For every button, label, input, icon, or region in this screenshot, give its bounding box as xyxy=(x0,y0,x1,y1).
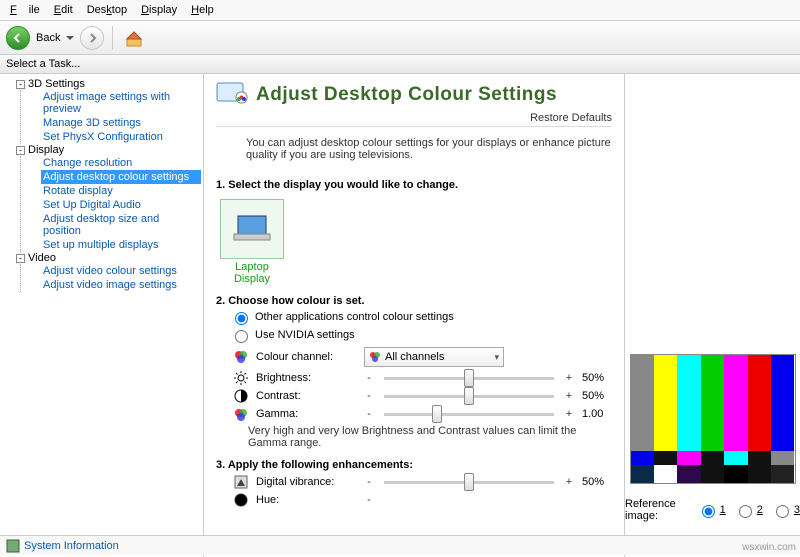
tree-item-multi-display[interactable]: Set up multiple displays xyxy=(41,238,201,252)
arrow-right-icon xyxy=(86,32,98,44)
home-button[interactable] xyxy=(121,26,147,50)
collapse-icon[interactable]: - xyxy=(16,80,25,89)
radio-other-apps[interactable] xyxy=(235,312,248,325)
vibrance-value: 50% xyxy=(582,476,612,488)
radio-other-apps-label: Other applications control colour settin… xyxy=(255,311,454,323)
forward-button[interactable] xyxy=(80,26,104,50)
menubar: File Edit Desktop Display Help xyxy=(0,0,800,21)
gamma-slider[interactable] xyxy=(384,413,554,416)
menu-file[interactable]: File xyxy=(4,2,46,18)
tree-item-video-image[interactable]: Adjust video image settings xyxy=(41,278,201,292)
collapse-icon[interactable]: - xyxy=(16,254,25,263)
tree-item-manage-3d[interactable]: Manage 3D settings xyxy=(41,116,201,130)
tree-item-rotate[interactable]: Rotate display xyxy=(41,184,201,198)
gamma-label: Gamma: xyxy=(256,408,356,420)
page-title: Adjust Desktop Colour Settings xyxy=(256,84,557,106)
divider xyxy=(216,126,612,127)
display-label: Laptop Display xyxy=(216,261,288,285)
reference-image xyxy=(630,354,796,484)
tree-group-3d[interactable]: -3D Settings xyxy=(16,78,201,90)
tree-group-display[interactable]: -Display xyxy=(16,144,201,156)
radio-nvidia[interactable] xyxy=(235,330,248,343)
toolbar-separator xyxy=(112,26,113,50)
tree-item-desktop-colour[interactable]: Adjust desktop colour settings xyxy=(41,170,201,184)
gamma-value: 1.00 xyxy=(582,408,612,420)
tree-item-size-position[interactable]: Adjust desktop size and position xyxy=(41,212,201,238)
step3-title: 3. Apply the following enhancements: xyxy=(216,459,612,471)
brightness-value: 50% xyxy=(582,372,612,384)
arrow-left-icon xyxy=(12,32,24,44)
colour-channel-value: All channels xyxy=(385,351,444,363)
vibrance-label: Digital vibrance: xyxy=(256,476,356,488)
preview-panel: Reference image: 1 2 3 xyxy=(625,74,800,557)
ref-radio-2[interactable] xyxy=(739,505,752,518)
menu-edit[interactable]: Edit xyxy=(48,2,79,18)
step1-title: 1. Select the display you would like to … xyxy=(216,179,612,191)
tree-item-physx[interactable]: Set PhysX Configuration xyxy=(41,130,201,144)
collapse-icon[interactable]: - xyxy=(16,146,25,155)
brightness-slider[interactable] xyxy=(384,377,554,380)
brightness-label: Brightness: xyxy=(256,372,356,384)
display-card[interactable] xyxy=(220,199,284,259)
step2-title: 2. Choose how colour is set. xyxy=(216,295,612,307)
colour-channel-label: Colour channel: xyxy=(256,351,356,363)
watermark: wsxwin.com xyxy=(742,542,796,553)
vibrance-icon xyxy=(234,475,248,489)
main-panel: Adjust Desktop Colour Settings Restore D… xyxy=(204,74,625,557)
reference-image-label: Reference image: xyxy=(625,498,689,522)
tree-item-adjust-image[interactable]: Adjust image settings with preview xyxy=(41,90,201,116)
vibrance-slider[interactable] xyxy=(384,481,554,484)
ref-radio-1[interactable] xyxy=(702,505,715,518)
chevron-down-icon: ▾ xyxy=(494,352,499,363)
tree-group-video[interactable]: -Video xyxy=(16,252,201,264)
home-icon xyxy=(124,29,144,47)
back-button[interactable] xyxy=(6,26,30,50)
contrast-slider[interactable] xyxy=(384,395,554,398)
contrast-label: Contrast: xyxy=(256,390,356,402)
rgb-icon xyxy=(234,350,248,364)
menu-desktop[interactable]: Desktop xyxy=(81,2,133,18)
monitor-colour-icon xyxy=(216,82,248,108)
task-tree: -3D Settings Adjust image settings with … xyxy=(0,74,204,557)
tree-item-video-colour[interactable]: Adjust video colour settings xyxy=(41,264,201,278)
menu-help[interactable]: Help xyxy=(185,2,220,18)
rgb-icon xyxy=(369,351,381,363)
back-label: Back xyxy=(36,32,60,44)
task-header: Select a Task... xyxy=(0,55,800,74)
hue-label: Hue: xyxy=(256,494,356,506)
gamma-note: Very high and very low Brightness and Co… xyxy=(248,425,578,449)
status-text[interactable]: System Information xyxy=(24,540,119,552)
hue-icon xyxy=(234,493,248,507)
menu-display[interactable]: Display xyxy=(135,2,183,18)
page-subtitle: You can adjust desktop colour settings f… xyxy=(216,133,612,169)
radio-nvidia-label: Use NVIDIA settings xyxy=(255,329,355,341)
restore-defaults-link[interactable]: Restore Defaults xyxy=(216,112,612,124)
tree-item-digital-audio[interactable]: Set Up Digital Audio xyxy=(41,198,201,212)
status-bar: System Information xyxy=(0,535,800,555)
contrast-value: 50% xyxy=(582,390,612,402)
colour-channel-combo[interactable]: All channels ▾ xyxy=(364,347,504,367)
dropdown-icon[interactable] xyxy=(66,34,74,42)
brightness-icon xyxy=(234,371,248,385)
toolbar: Back xyxy=(0,21,800,55)
contrast-icon xyxy=(234,389,248,403)
gamma-icon xyxy=(234,407,248,421)
ref-radio-3[interactable] xyxy=(776,505,789,518)
laptop-icon xyxy=(232,214,272,244)
info-icon xyxy=(6,539,20,553)
tree-item-change-res[interactable]: Change resolution xyxy=(41,156,201,170)
